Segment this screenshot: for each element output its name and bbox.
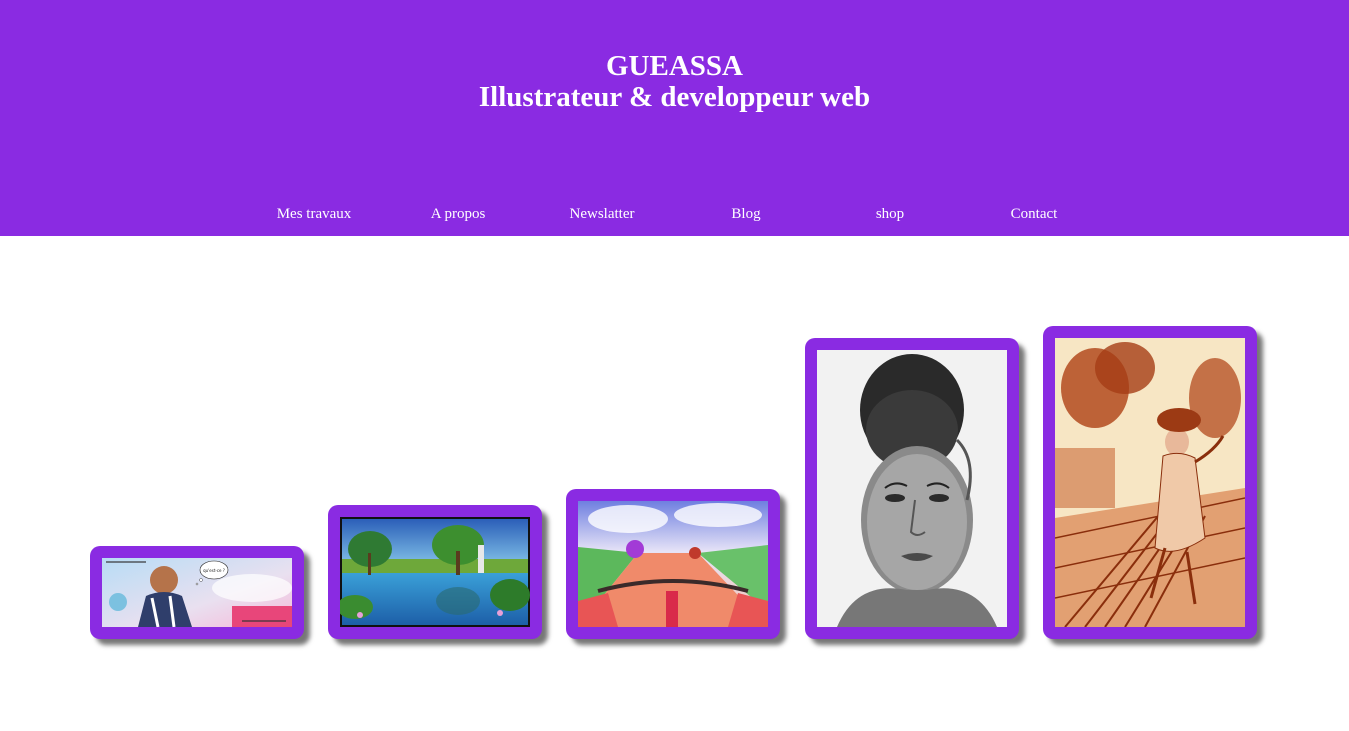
speech-bubble-text: qu'est-ce ? xyxy=(203,568,225,573)
artwork-image-pencil-portrait xyxy=(817,350,1007,627)
artwork-card-sepia-bridge[interactable] xyxy=(1043,326,1257,639)
site-subtitle: Illustrateur & developpeur web xyxy=(478,81,871,113)
main-nav: Mes travaux A propos Newslatter Blog sho… xyxy=(0,204,1349,226)
nav-item-blog[interactable]: Blog xyxy=(674,204,818,224)
site-header: GUEASSA Illustrateur & developpeur web M… xyxy=(0,0,1349,236)
artwork-card-river-landscape[interactable] xyxy=(328,505,542,639)
artwork-image-sepia-bridge xyxy=(1055,338,1245,627)
nav-item-mes-travaux[interactable]: Mes travaux xyxy=(242,204,386,224)
nav-item-newsletter[interactable]: Newslatter xyxy=(530,204,674,224)
artwork-image-cyclist-comic: qu'est-ce ? xyxy=(102,558,292,627)
artwork-card-bike-ride[interactable] xyxy=(566,489,780,639)
nav-item-a-propos[interactable]: A propos xyxy=(386,204,530,224)
artwork-card-cyclist-comic[interactable]: qu'est-ce ? xyxy=(90,546,304,639)
site-title: GUEASSA xyxy=(606,50,743,82)
artwork-image-river-landscape xyxy=(340,517,530,627)
nav-item-shop[interactable]: shop xyxy=(818,204,962,224)
nav-item-contact[interactable]: Contact xyxy=(962,204,1106,224)
artwork-image-bike-ride xyxy=(578,501,768,627)
artwork-card-pencil-portrait[interactable] xyxy=(805,338,1019,639)
